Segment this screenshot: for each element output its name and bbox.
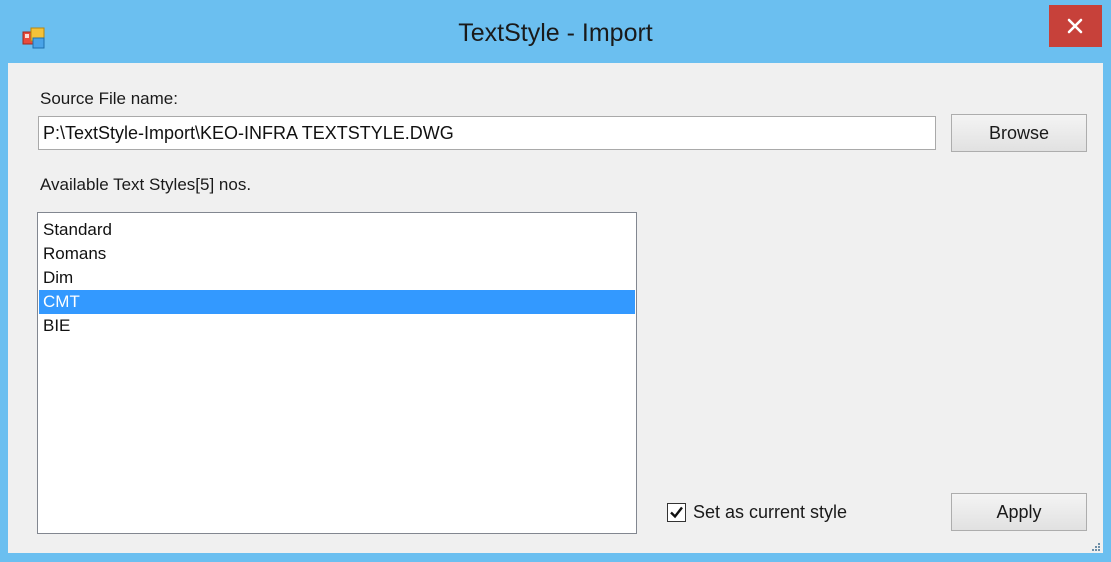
browse-button[interactable]: Browse xyxy=(951,114,1087,152)
available-styles-label: Available Text Styles[5] nos. xyxy=(40,175,252,194)
set-current-style-label: Set as current style xyxy=(693,502,848,522)
source-file-label: Source File name: xyxy=(40,89,178,108)
list-item[interactable]: Romans xyxy=(39,242,635,266)
resize-grip-icon[interactable] xyxy=(1089,540,1101,552)
list-item[interactable]: CMT xyxy=(39,290,635,314)
list-item[interactable]: BIE xyxy=(39,314,635,338)
title-bar[interactable]: TextStyle - Import xyxy=(0,0,1111,63)
apply-button[interactable]: Apply xyxy=(951,493,1087,531)
dialog-client-area: Source File name: Browse Available Text … xyxy=(8,63,1103,553)
list-item[interactable]: Standard xyxy=(39,218,635,242)
source-file-input[interactable] xyxy=(38,116,936,150)
window-title: TextStyle - Import xyxy=(458,19,653,47)
set-current-style-checkbox[interactable] xyxy=(667,503,686,522)
text-styles-listbox[interactable]: Standard Romans Dim CMT BIE xyxy=(37,212,637,534)
close-button[interactable] xyxy=(1049,5,1102,47)
list-item[interactable]: Dim xyxy=(39,266,635,290)
checkmark-icon xyxy=(670,506,683,519)
dialog-window: TextStyle - Import Source File name: Bro… xyxy=(0,0,1111,562)
close-icon xyxy=(1067,18,1083,34)
